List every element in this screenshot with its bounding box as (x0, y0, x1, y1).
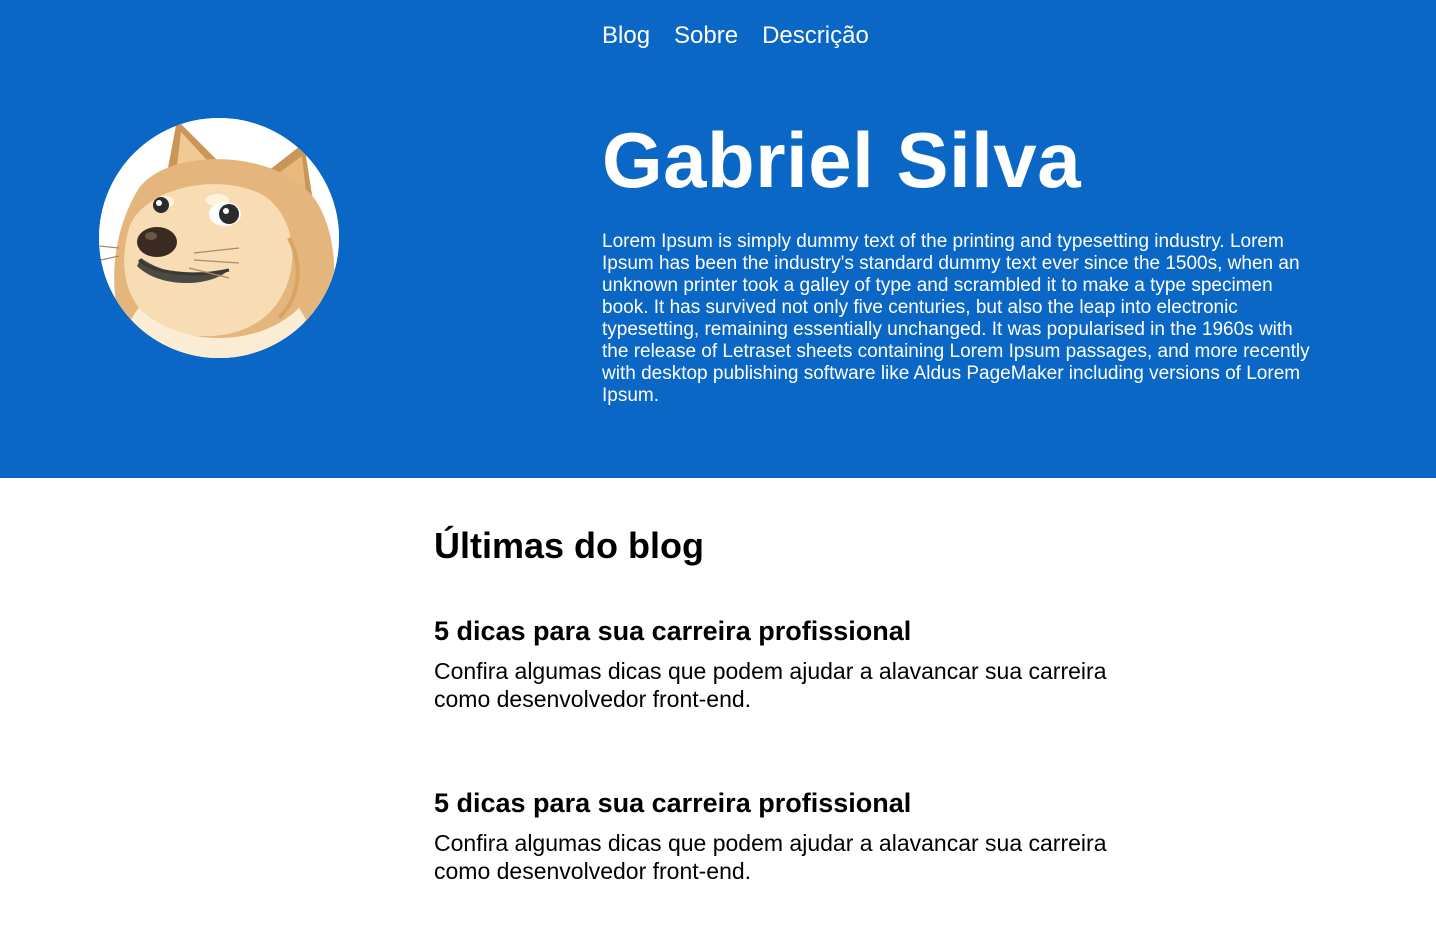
profile-name: Gabriel Silva (602, 116, 1082, 204)
main-nav: Blog Sobre Descrição (602, 20, 869, 52)
avatar (99, 118, 339, 358)
blog-post-summary: Confira algumas dicas que podem ajudar a… (434, 830, 1107, 884)
blog-post-title[interactable]: 5 dicas para sua carreira profissional (434, 787, 1154, 819)
blog-post[interactable]: 5 dicas para sua carreira profissional C… (434, 615, 1154, 713)
blog-post[interactable]: 5 dicas para sua carreira profissional C… (434, 787, 1154, 885)
profile-bio: Lorem Ipsum is simply dummy text of the … (602, 231, 1310, 406)
nav-link-sobre[interactable]: Sobre (674, 20, 738, 52)
blog-section-title: Últimas do blog (434, 525, 704, 566)
doge-avatar-icon (99, 118, 339, 358)
blog-post-summary: Confira algumas dicas que podem ajudar a… (434, 658, 1107, 712)
hero-section: Blog Sobre Descrição Gabriel Silva Lorem… (0, 0, 1436, 478)
nav-link-blog[interactable]: Blog (602, 20, 650, 52)
nav-link-descricao[interactable]: Descrição (762, 20, 869, 52)
blog-post-title[interactable]: 5 dicas para sua carreira profissional (434, 615, 1154, 647)
